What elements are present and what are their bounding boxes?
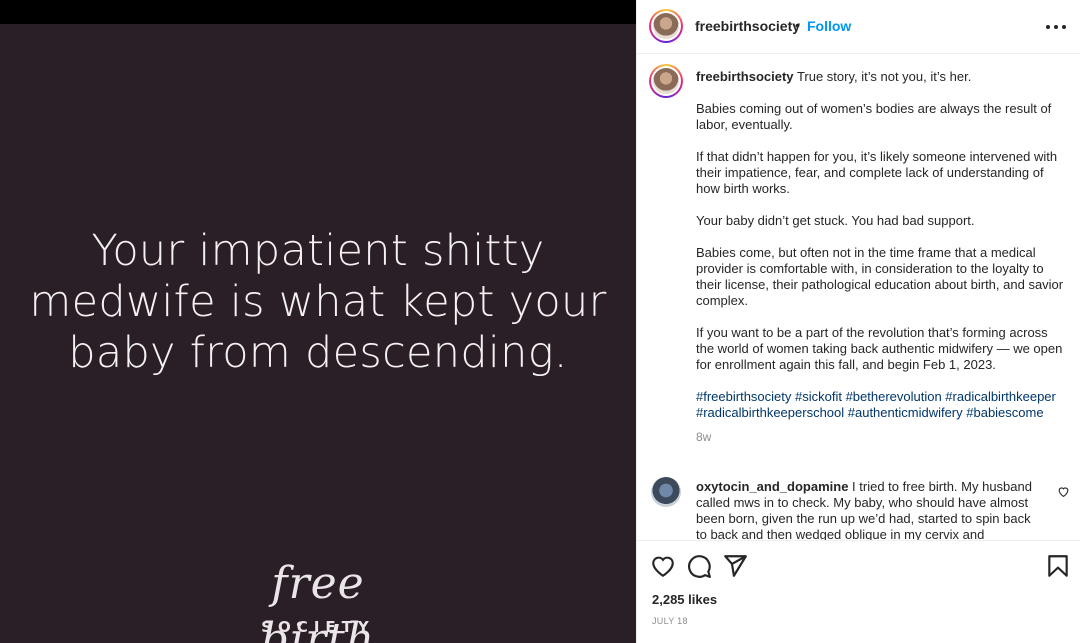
post-image[interactable]: Your impatient shitty medwife is what ke… <box>0 0 636 643</box>
comment-username[interactable]: oxytocin_and_dopamine <box>696 479 848 494</box>
heart-icon[interactable] <box>650 553 676 579</box>
quote-line: baby from descending. <box>68 328 568 378</box>
share-icon[interactable] <box>722 553 748 579</box>
like-count[interactable]: 2,285 likes <box>652 592 717 607</box>
caption-paragraph: Babies come, but often not in the time f… <box>696 245 1064 308</box>
post-side-panel: freebirthsociety • Follow freebirthsocie… <box>636 0 1080 643</box>
caption-paragraph: Your baby didn’t get stuck. You had bad … <box>696 213 975 228</box>
quote-line: Your impatient shitty <box>91 226 545 276</box>
caption-paragraph: If that didn’t happen for you, it’s like… <box>696 149 1058 196</box>
comments-scroll-area[interactable]: freebirthsociety True story, it’s not yo… <box>637 55 1080 540</box>
logo-word: SOCIETY <box>261 618 375 636</box>
bookmark-icon[interactable] <box>1045 553 1071 579</box>
caption-first-line: True story, it’s not you, it’s her. <box>796 69 972 84</box>
comment-avatar[interactable] <box>651 477 681 507</box>
post-header: freebirthsociety • Follow <box>637 0 1080 54</box>
quote-line: medwife is what kept your <box>29 277 607 327</box>
avatar[interactable] <box>649 9 683 43</box>
caption-body: freebirthsociety True story, it’s not yo… <box>696 69 1066 445</box>
caption-hashtags[interactable]: #freebirthsociety #sickofit #betherevolu… <box>696 389 1066 421</box>
caption-paragraph: If you want to be a part of the revoluti… <box>696 325 1063 372</box>
header-username[interactable]: freebirthsociety <box>695 18 800 34</box>
caption-paragraph: Babies coming out of women’s bodies are … <box>696 101 1052 132</box>
caption-username[interactable]: freebirthsociety <box>696 69 794 84</box>
brand-logo: free birth SOCIETY <box>218 556 418 643</box>
separator-dot: • <box>795 17 800 33</box>
post-date[interactable]: JULY 18 <box>652 616 688 626</box>
comment-icon[interactable] <box>686 553 712 579</box>
follow-button[interactable]: Follow <box>807 18 851 34</box>
caption-age: 8w <box>696 430 712 444</box>
action-bar: 2,285 likes JULY 18 <box>637 540 1080 643</box>
more-options-icon[interactable] <box>1045 17 1067 37</box>
comment-text: oxytocin_and_dopamine I tried to free bi… <box>696 479 1041 540</box>
comment-like-heart-icon[interactable] <box>1057 485 1070 498</box>
image-top-bar <box>0 0 636 24</box>
post-quote: Your impatient shitty medwife is what ke… <box>0 226 636 379</box>
caption-avatar[interactable] <box>649 64 683 98</box>
